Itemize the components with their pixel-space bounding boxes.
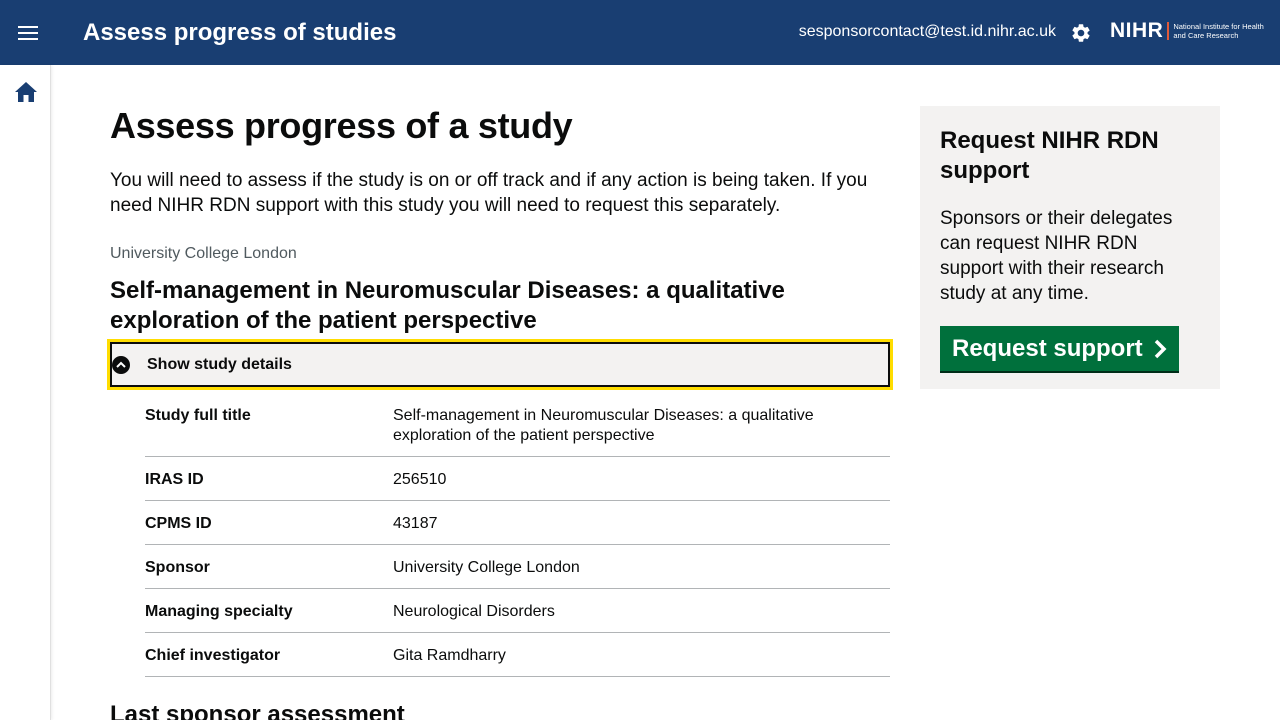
summary-key: Study full title xyxy=(145,407,251,424)
summary-value: Self-management in Neuromuscular Disease… xyxy=(393,407,814,444)
request-support-text: Sponsors or their delegates can request … xyxy=(940,208,1173,304)
summary-row: Managing specialty Neurological Disorder… xyxy=(145,589,890,633)
summary-key: Chief investigator xyxy=(145,647,281,664)
page-title: Assess progress of a study xyxy=(110,105,573,146)
top-header: Assess progress of studies sesponsorcont… xyxy=(0,0,1280,65)
home-icon xyxy=(15,82,37,102)
show-study-details-label: Show study details xyxy=(147,355,292,373)
logo-text: NIHR xyxy=(1110,19,1164,42)
user-email: sesponsorcontact@test.id.nihr.ac.uk xyxy=(798,23,1056,40)
app-title: Assess progress of studies xyxy=(83,19,397,46)
logo-subtext: National Institute for Health and Care R… xyxy=(1173,22,1264,40)
request-support-title: Request NIHR RDN support xyxy=(940,127,1159,184)
study-details-list: Study full title Self-management in Neur… xyxy=(145,398,890,677)
home-button[interactable] xyxy=(13,79,39,105)
request-support-label: Request support xyxy=(952,334,1143,362)
summary-key: CPMS ID xyxy=(145,515,212,532)
intro-text: You will need to assess if the study is … xyxy=(110,170,868,216)
gear-icon xyxy=(1072,24,1090,42)
study-title: Self-management in Neuromuscular Disease… xyxy=(110,277,785,334)
chevron-up-circle-icon xyxy=(112,355,130,374)
logo-divider xyxy=(1167,22,1170,40)
settings-button[interactable] xyxy=(1068,20,1094,46)
request-support-panel: Request NIHR RDN support Sponsors or the… xyxy=(920,106,1220,389)
summary-value: 43187 xyxy=(393,515,438,532)
summary-value: University College London xyxy=(393,559,580,576)
hamburger-menu-icon xyxy=(18,26,38,40)
last-sponsor-assessment-heading: Last sponsor assessment xyxy=(110,701,405,720)
summary-value: Neurological Disorders xyxy=(393,603,555,620)
show-study-details-toggle[interactable]: Show study details xyxy=(107,339,893,390)
summary-row: CPMS ID 43187 xyxy=(145,501,890,545)
summary-row: Chief investigator Gita Ramdharry xyxy=(145,633,890,677)
summary-row: Sponsor University College London xyxy=(145,545,890,589)
main-content: Assess progress of a study You will need… xyxy=(107,104,893,677)
request-support-button[interactable]: Request support xyxy=(940,326,1179,371)
summary-row: Study full title Self-management in Neur… xyxy=(145,398,890,457)
menu-button[interactable] xyxy=(12,17,44,49)
side-navigation xyxy=(0,65,51,720)
nihr-logo[interactable]: NIHR National Institute for Health and C… xyxy=(1110,18,1269,44)
summary-value: 256510 xyxy=(393,471,447,488)
summary-key: Sponsor xyxy=(145,559,210,576)
summary-value: Gita Ramdharry xyxy=(393,647,506,664)
summary-row: IRAS ID 256510 xyxy=(145,457,890,501)
organisation-caption: University College London xyxy=(110,245,297,262)
summary-key: Managing specialty xyxy=(145,603,293,620)
chevron-right-icon xyxy=(1153,339,1167,359)
summary-key: IRAS ID xyxy=(145,471,204,488)
